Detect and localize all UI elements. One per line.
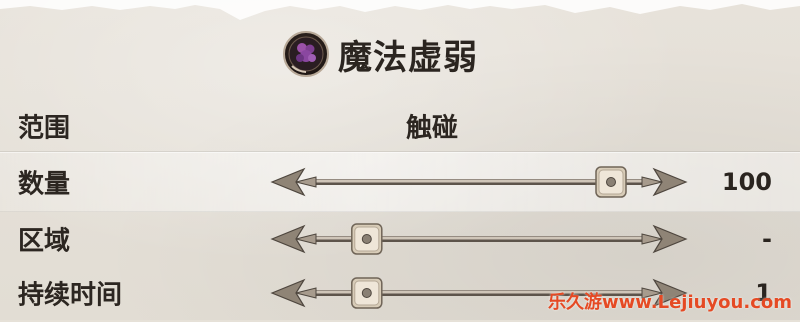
slider-knob[interactable]	[351, 277, 383, 309]
range-label: 范围	[18, 113, 71, 144]
slider-right-collar	[641, 233, 663, 245]
row-range: 范围 触碰	[0, 97, 800, 155]
slider-left-collar	[295, 287, 317, 299]
slider-knob[interactable]	[351, 223, 383, 255]
slider-knob-rivet	[361, 234, 372, 244]
row-magnitude: 数量 100	[0, 152, 800, 212]
slider-knob[interactable]	[595, 166, 627, 198]
magnitude-slider[interactable]	[270, 162, 688, 202]
row-area: 区域 -	[0, 210, 800, 268]
spellmaking-panel: 魔法虚弱 范围 触碰 数量 100 区域 - 持续时间 1 乐久游www.Lej…	[0, 0, 800, 320]
magnitude-label: 数量	[18, 169, 71, 200]
area-slider[interactable]	[270, 219, 688, 259]
spell-header: 魔法虚弱	[282, 26, 478, 82]
range-value[interactable]: 触碰	[406, 108, 458, 145]
duration-label: 持续时间	[18, 280, 123, 311]
slider-left-collar	[295, 176, 317, 188]
spell-curse-icon	[283, 31, 329, 77]
slider-knob-rivet	[361, 288, 372, 298]
slider-right-collar	[641, 176, 663, 188]
slider-knob-rivet	[606, 177, 616, 187]
spell-title: 魔法虚弱	[338, 37, 478, 78]
watermark: 乐久游www.Lejiuyou.com	[548, 292, 792, 313]
slider-left-collar	[295, 233, 317, 245]
area-label: 区域	[18, 226, 71, 257]
area-value: -	[762, 225, 772, 253]
magnitude-value: 100	[721, 168, 772, 196]
